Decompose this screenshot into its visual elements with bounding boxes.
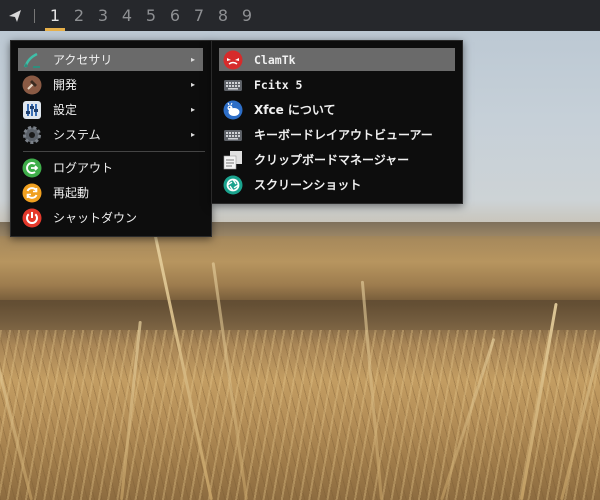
- menu-item-restart[interactable]: 再起動: [18, 181, 203, 204]
- menu-separator: [23, 151, 205, 152]
- screenshot-icon: [223, 175, 243, 195]
- panel-separator: [34, 8, 35, 23]
- menu-item-development[interactable]: 開発 ▸: [18, 73, 203, 96]
- clipboard-icon: [223, 150, 243, 170]
- top-panel: 1 2 3 4 5 6 7 8 9: [0, 0, 600, 31]
- keyboard-layout-icon: [223, 125, 243, 145]
- workspace-7[interactable]: 7: [187, 0, 211, 31]
- workspace-9[interactable]: 9: [235, 0, 259, 31]
- accessories-submenu: ClamTk Fcitx 5 Xfce について キーボードレイアウトビューアー…: [211, 40, 463, 204]
- menu-item-system[interactable]: システム ▸: [18, 123, 203, 146]
- menu-item-label: スクリーンショット: [254, 178, 362, 192]
- workspace-8[interactable]: 8: [211, 0, 235, 31]
- menu-item-shutdown[interactable]: シャットダウン: [18, 206, 203, 229]
- menu-item-label: システム: [53, 128, 101, 142]
- menu-item-logout[interactable]: ログアウト: [18, 156, 203, 179]
- menu-item-label: アクセサリ: [53, 53, 113, 67]
- clamtk-icon: [223, 50, 243, 70]
- ravine: [0, 300, 600, 330]
- menu-item-label: 開発: [53, 78, 78, 92]
- submenu-item-clamtk[interactable]: ClamTk: [219, 48, 455, 71]
- menu-item-label: Fcitx 5: [254, 77, 303, 92]
- logout-icon: [22, 158, 42, 178]
- submenu-item-fcitx[interactable]: Fcitx 5: [219, 73, 455, 96]
- submenu-item-about-xfce[interactable]: Xfce について: [219, 98, 455, 121]
- workspace-1[interactable]: 1: [43, 0, 67, 31]
- workspace-5[interactable]: 5: [139, 0, 163, 31]
- workspace-6[interactable]: 6: [163, 0, 187, 31]
- menu-item-accessories[interactable]: アクセサリ ▸: [18, 48, 203, 71]
- application-menu: アクセサリ ▸ 開発 ▸ 設定 ▸ システム ▸ ログアウト 再起動 シャットダ…: [10, 40, 212, 237]
- restart-icon: [22, 183, 42, 203]
- accessories-icon: [22, 50, 42, 70]
- menu-item-label: 再起動: [53, 186, 90, 200]
- menu-item-label: ClamTk: [254, 52, 296, 67]
- workspace-3[interactable]: 3: [91, 0, 115, 31]
- workspace-2[interactable]: 2: [67, 0, 91, 31]
- submenu-arrow-icon: ▸: [190, 55, 195, 64]
- application-menu-button[interactable]: [0, 0, 30, 31]
- submenu-arrow-icon: ▸: [190, 105, 195, 114]
- submenu-item-screenshot[interactable]: スクリーンショット: [219, 173, 455, 196]
- menu-item-label: ログアウト: [53, 161, 114, 175]
- menu-item-label: Xfce について: [254, 103, 336, 117]
- menu-item-label: 設定: [53, 103, 78, 117]
- settings-icon: [22, 100, 42, 120]
- keyboard-icon: [223, 75, 243, 95]
- paper-plane-icon: [9, 9, 21, 22]
- submenu-arrow-icon: ▸: [190, 80, 195, 89]
- menu-item-label: クリップボードマネージャー: [254, 153, 410, 167]
- menu-item-settings[interactable]: 設定 ▸: [18, 98, 203, 121]
- foreground-grass: [0, 330, 600, 500]
- submenu-item-keyboard-layout-viewer[interactable]: キーボードレイアウトビューアー: [219, 123, 455, 146]
- submenu-item-clipboard-manager[interactable]: クリップボードマネージャー: [219, 148, 455, 171]
- menu-item-label: キーボードレイアウトビューアー: [254, 128, 433, 142]
- workspace-4[interactable]: 4: [115, 0, 139, 31]
- system-gear-icon: [22, 125, 42, 145]
- menu-item-label: シャットダウン: [53, 211, 138, 225]
- shutdown-icon: [22, 208, 42, 228]
- submenu-arrow-icon: ▸: [190, 130, 195, 139]
- hammer-icon: [22, 75, 42, 95]
- xfce-mouse-icon: [223, 100, 243, 120]
